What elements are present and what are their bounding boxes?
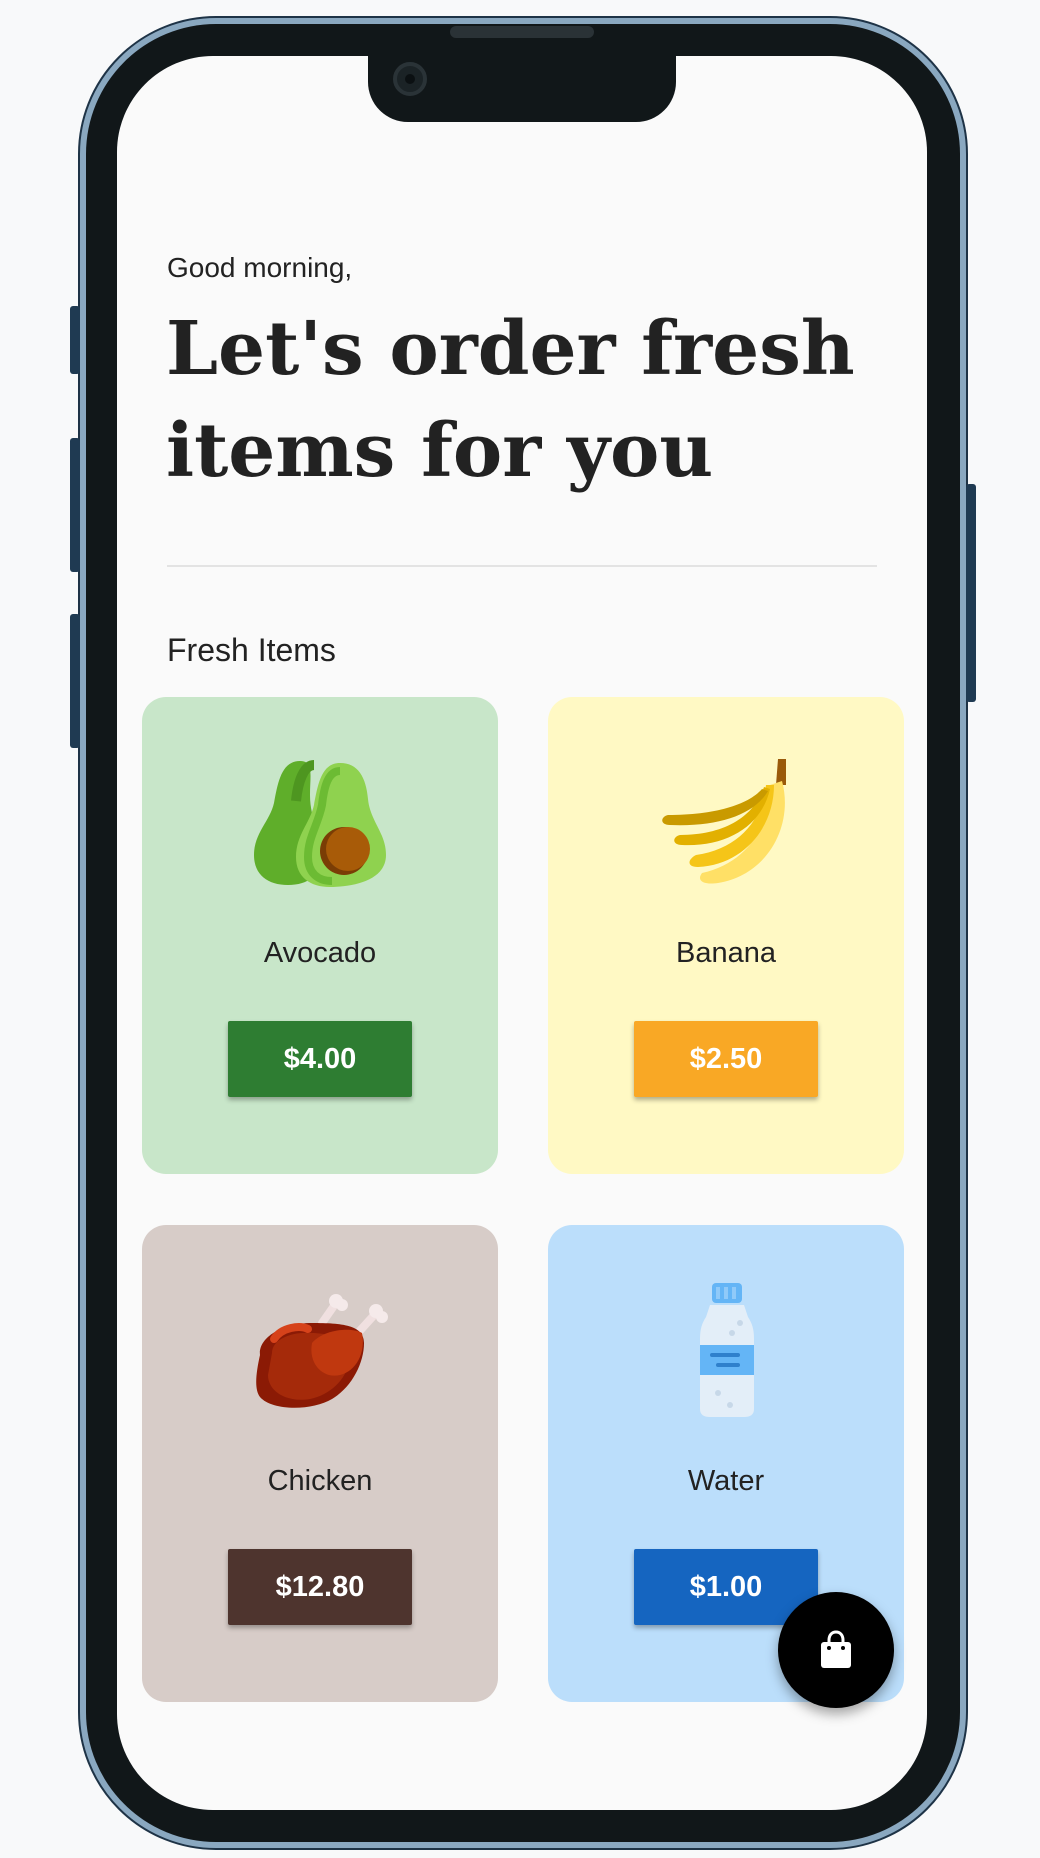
divider — [167, 565, 877, 567]
item-card-banana[interactable]: Banana $2.50 — [548, 697, 904, 1174]
avocado-icon — [254, 760, 386, 887]
item-card-avocado[interactable]: Avocado $4.00 — [142, 697, 498, 1174]
price-button-avocado[interactable]: $4.00 — [228, 1021, 412, 1097]
banana-icon — [662, 759, 786, 884]
phone-power-button — [966, 484, 976, 702]
item-name: Chicken — [267, 1465, 373, 1497]
section-title: Fresh Items — [167, 632, 336, 668]
phone-side-button — [70, 614, 80, 748]
item-name: Water — [687, 1465, 765, 1497]
phone-speaker — [450, 26, 594, 38]
price-button-chicken[interactable]: $12.80 — [228, 1549, 412, 1625]
water-bottle-icon — [700, 1283, 754, 1417]
phone-side-button — [70, 438, 80, 572]
page-headline: Let's order fresh items for you — [166, 306, 855, 494]
item-card-chicken[interactable]: Chicken $12.80 — [142, 1225, 498, 1702]
shopping-bag-icon — [821, 1630, 851, 1668]
cart-fab-button[interactable] — [778, 1592, 894, 1708]
price-button-banana[interactable]: $2.50 — [634, 1021, 818, 1097]
chicken-icon — [256, 1294, 388, 1408]
item-name: Banana — [676, 937, 776, 969]
phone-side-button — [70, 306, 80, 374]
item-name: Avocado — [263, 937, 377, 969]
front-camera — [393, 62, 427, 96]
greeting-text: Good morning, — [167, 252, 353, 283]
